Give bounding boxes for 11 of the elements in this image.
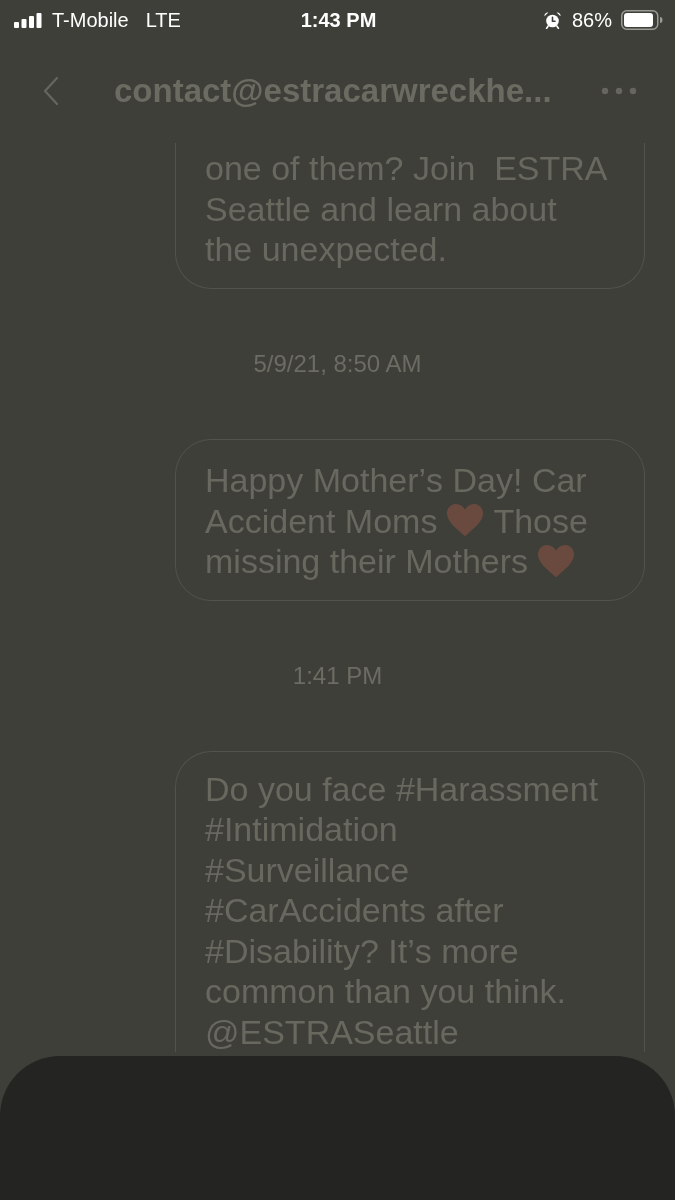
status-time: 1:43 PM <box>300 8 377 32</box>
signal-bars-icon <box>14 12 42 28</box>
alarm-clock-icon <box>543 11 561 29</box>
network-type: LTE <box>145 8 181 32</box>
chevron-left-icon <box>42 76 60 106</box>
battery-icon <box>621 10 663 30</box>
ellipsis-icon <box>601 87 637 95</box>
carrier-name: T-Mobile <box>52 8 129 32</box>
heart-icon <box>538 544 575 578</box>
heart-icon <box>447 504 484 538</box>
battery-percent: 86% <box>571 8 612 32</box>
